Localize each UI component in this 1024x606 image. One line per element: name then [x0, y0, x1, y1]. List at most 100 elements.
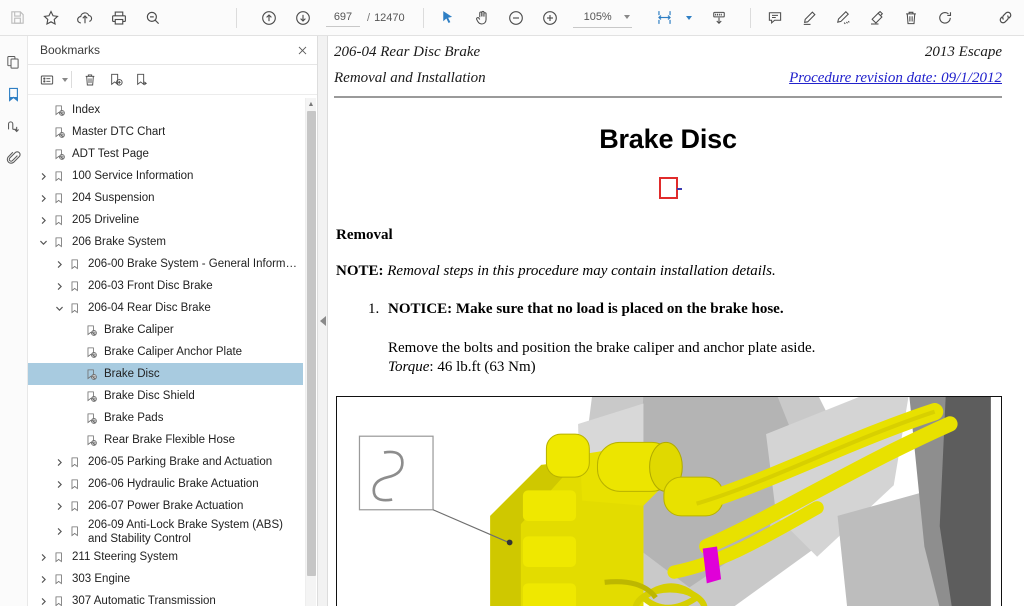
bookmark-item[interactable]: 206-06 Hydraulic Brake Actuation — [28, 473, 303, 495]
bookmark-item[interactable]: Brake Disc Shield — [28, 385, 303, 407]
chevron-right-icon[interactable] — [52, 473, 66, 495]
bookmark-item[interactable]: 303 Engine — [28, 568, 303, 590]
bookmarks-tree[interactable]: Index Master DTC Chart ADT Test Page 100 Se… — [28, 95, 317, 606]
bookmark-item[interactable]: 204 Suspension — [28, 187, 303, 209]
bookmark-item[interactable]: Brake Caliper Anchor Plate — [28, 341, 303, 363]
bookmark-item[interactable]: ADT Test Page — [28, 143, 303, 165]
chevron-down-icon[interactable] — [623, 15, 630, 19]
bookmark-folder-icon — [50, 590, 68, 606]
fit-width-icon[interactable] — [648, 3, 682, 33]
bookmark-item[interactable]: Index — [28, 99, 303, 121]
step-notice: NOTICE: Make sure that no load is placed… — [388, 301, 784, 317]
chevron-down-icon[interactable] — [36, 231, 50, 253]
chevron-right-icon[interactable] — [36, 590, 50, 606]
chevron-right-icon[interactable] — [36, 165, 50, 187]
scroll-up-icon[interactable]: ▲ — [306, 98, 316, 110]
bookmark-item[interactable]: 206-09 Anti-Lock Brake System (ABS) and … — [28, 517, 303, 546]
bookmark-item[interactable]: 100 Service Information — [28, 165, 303, 187]
signature-icon[interactable] — [1, 110, 27, 142]
options-chevron-icon[interactable] — [62, 77, 68, 82]
bookmark-link-icon — [82, 341, 100, 363]
chevron-right-icon[interactable] — [52, 495, 66, 517]
bookmarks-toolbar-divider — [71, 71, 72, 88]
bookmark-item-label: 206-05 Parking Brake and Actuation — [88, 456, 273, 468]
annotation-tick-marker — [676, 188, 682, 190]
bookmark-link-icon — [50, 121, 68, 143]
bookmark-item[interactable]: 206-03 Front Disc Brake — [28, 275, 303, 297]
draw-pen-icon[interactable] — [826, 3, 860, 33]
red-square-annotation[interactable] — [658, 177, 682, 199]
comment-icon[interactable] — [758, 3, 792, 33]
bookmark-item-label: Rear Brake Flexible Hose — [104, 434, 236, 446]
chevron-right-icon[interactable] — [52, 451, 66, 473]
print-icon[interactable] — [102, 3, 136, 33]
pages-thumbnail-icon[interactable] — [1, 46, 27, 78]
chevron-right-icon[interactable] — [36, 209, 50, 231]
rotate-icon[interactable] — [928, 3, 962, 33]
section-id: 206-04 Rear Disc Brake — [334, 44, 481, 60]
page-scroll-icon[interactable] — [702, 3, 736, 33]
upload-cloud-icon[interactable] — [68, 3, 102, 33]
bookmarks-scrollbar[interactable]: ▲ — [305, 98, 316, 606]
select-cursor-icon[interactable] — [431, 3, 465, 33]
fit-options-chevron-icon[interactable] — [685, 15, 692, 20]
bookmark-item[interactable]: Brake Disc — [28, 363, 303, 385]
revision-date-link[interactable]: Procedure revision date: 09/1/2012 — [789, 70, 1002, 87]
total-pages-label: 12470 — [374, 11, 405, 24]
bookmark-item[interactable]: 206 Brake System — [28, 231, 303, 253]
bookmark-item[interactable]: 206-07 Power Brake Actuation — [28, 495, 303, 517]
zoom-in-icon[interactable] — [533, 3, 567, 33]
stamp-icon[interactable] — [860, 3, 894, 33]
bookmarks-panel: Bookmarks Index Master DTC Chart ADT Tes… — [28, 36, 318, 606]
bookmark-item-label: 206-03 Front Disc Brake — [88, 280, 213, 292]
highlight-pen-icon[interactable] — [792, 3, 826, 33]
chevron-down-icon[interactable] — [52, 297, 66, 319]
collapse-panel-icon[interactable] — [319, 316, 326, 326]
pdf-page: 206-04 Rear Disc Brake 2013 Escape Remov… — [328, 36, 1024, 606]
star-icon[interactable] — [34, 3, 68, 33]
document-viewport[interactable]: 206-04 Rear Disc Brake 2013 Escape Remov… — [328, 36, 1024, 606]
bookmark-item[interactable]: 206-04 Rear Disc Brake — [28, 297, 303, 319]
panel-splitter[interactable] — [318, 36, 328, 606]
next-page-icon[interactable] — [286, 3, 320, 33]
link-chain-icon[interactable] — [988, 3, 1022, 33]
bookmark-icon[interactable] — [1, 78, 27, 110]
bookmark-item[interactable]: 206-00 Brake System - General Informatio… — [28, 253, 303, 275]
sidebar-icon-rail — [0, 36, 28, 606]
bookmark-item[interactable]: Brake Caliper — [28, 319, 303, 341]
goto-bookmark-icon[interactable] — [129, 68, 155, 92]
chevron-right-icon[interactable] — [52, 253, 66, 275]
chevron-right-icon[interactable] — [52, 521, 66, 543]
bookmark-item[interactable]: Rear Brake Flexible Hose — [28, 429, 303, 451]
bookmark-item[interactable]: Brake Pads — [28, 407, 303, 429]
new-bookmark-icon[interactable] — [103, 68, 129, 92]
save-icon[interactable] — [0, 3, 34, 33]
note-text: Removal steps in this procedure may cont… — [387, 263, 776, 279]
chevron-right-icon[interactable] — [36, 187, 50, 209]
bookmark-item[interactable]: 307 Automatic Transmission — [28, 590, 303, 606]
bookmark-item-label: Brake Disc Shield — [104, 390, 195, 402]
trash-icon[interactable] — [894, 3, 928, 33]
bookmark-item[interactable]: 206-05 Parking Brake and Actuation — [28, 451, 303, 473]
chevron-right-icon[interactable] — [36, 546, 50, 568]
close-icon[interactable] — [296, 44, 309, 57]
chevron-right-icon[interactable] — [52, 275, 66, 297]
pdf-viewer-window: 697 / 12470 105% Bookmarks Index Master … — [0, 0, 1024, 606]
bookmark-item[interactable]: Master DTC Chart — [28, 121, 303, 143]
attachment-paperclip-icon[interactable] — [1, 142, 27, 174]
bookmark-item[interactable]: 211 Steering System — [28, 546, 303, 568]
pan-hand-icon[interactable] — [465, 3, 499, 33]
page-number-input[interactable]: 697 — [326, 8, 360, 27]
chevron-right-icon[interactable] — [36, 568, 50, 590]
delete-bookmark-icon[interactable] — [77, 68, 103, 92]
zoom-out-icon[interactable] — [499, 3, 533, 33]
previous-page-icon[interactable] — [252, 3, 286, 33]
zoom-level-control[interactable]: 105% — [572, 8, 632, 28]
scrollbar-thumb[interactable] — [307, 111, 316, 576]
search-icon[interactable] — [136, 3, 170, 33]
options-list-icon[interactable] — [34, 68, 60, 92]
page-title: Brake Disc — [599, 124, 737, 154]
bookmark-item[interactable]: 205 Driveline — [28, 209, 303, 231]
torque-label: Torque — [388, 359, 430, 375]
brake-caliper-illustration[interactable] — [336, 396, 1002, 606]
